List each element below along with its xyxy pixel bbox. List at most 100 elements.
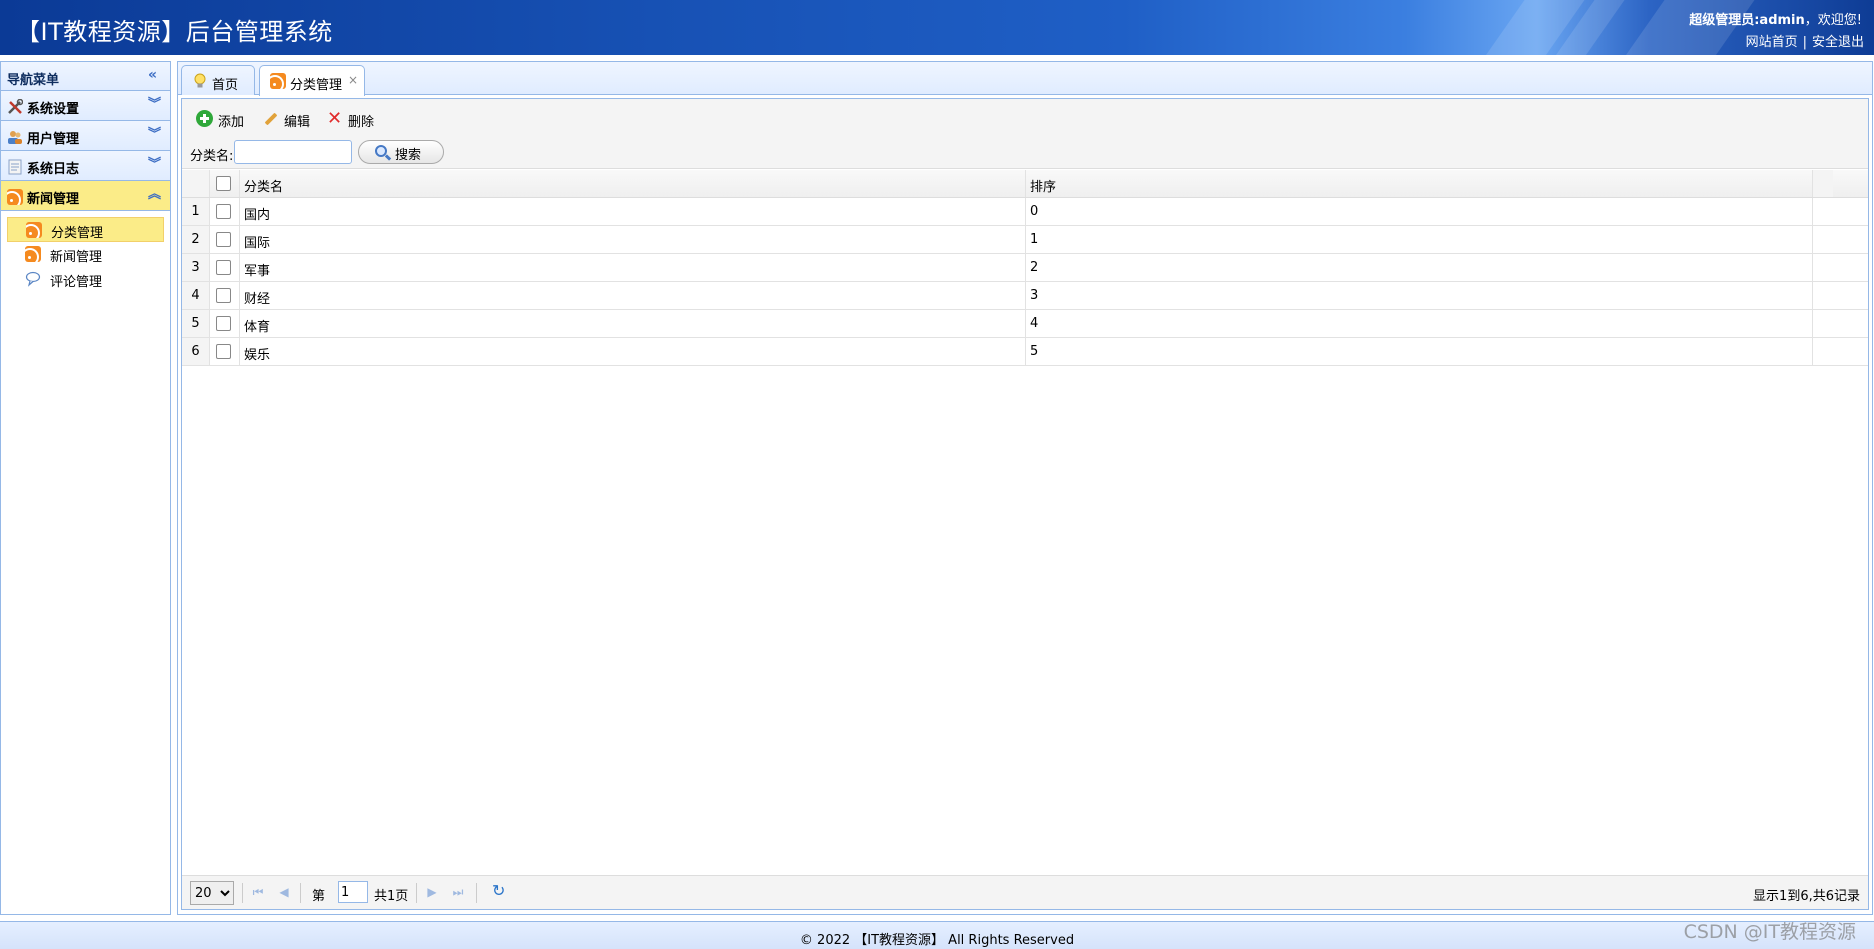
add-icon <box>196 110 213 127</box>
category-name-cell: 财经 <box>240 282 1026 309</box>
greeting-text: ，欢迎您! <box>1804 13 1862 28</box>
nav-item-comment-management[interactable]: 评论管理 <box>7 267 164 292</box>
users-icon <box>8 131 22 144</box>
row-number: 1 <box>182 198 210 225</box>
category-name-cell: 体育 <box>240 310 1026 337</box>
search-button-label: 搜索 <box>395 148 422 163</box>
select-all-cell <box>210 170 240 197</box>
sort-order-cell: 2 <box>1026 254 1813 281</box>
tools-icon <box>8 99 23 114</box>
page-size-select[interactable]: 20 <box>190 881 234 905</box>
pager-separator <box>476 883 477 903</box>
tab-home[interactable]: 首页 <box>181 65 255 95</box>
nav-item-news-management[interactable]: 新闻管理 <box>7 242 164 267</box>
delete-x-icon: ✕ <box>326 108 343 129</box>
row-checkbox-cell <box>210 282 240 309</box>
column-header-name[interactable]: 分类名 <box>240 170 1026 197</box>
column-header-sort[interactable]: 排序 <box>1026 170 1813 197</box>
sort-order-cell: 5 <box>1026 338 1813 365</box>
table-row[interactable]: 1 国内 0 <box>182 198 1868 226</box>
edit-label: 编辑 <box>284 115 311 130</box>
table-row[interactable]: 3 军事 2 <box>182 254 1868 282</box>
refresh-icon[interactable]: ↻ <box>492 883 505 899</box>
expand-chevron-icon: ︾ <box>147 127 161 142</box>
comment-icon <box>25 271 41 287</box>
nav-section-system-log[interactable]: 系统日志 ︾ <box>1 151 170 181</box>
nav-section-system-settings[interactable]: 系统设置 ︾ <box>1 91 170 121</box>
header-filler <box>1813 170 1833 197</box>
nav-item-category-management[interactable]: 分类管理 <box>7 217 164 242</box>
app-title: 【IT教程资源】后台管理系统 <box>16 18 333 46</box>
nav-title: 导航菜单 « <box>1 62 170 91</box>
main-panel: 首页 分类管理 × 添加 编辑 ✕ 删除 分类名: 搜索 分类名 排序 1 国内… <box>177 61 1873 915</box>
expand-chevron-icon: ︾ <box>147 97 161 112</box>
rss-icon <box>7 189 23 205</box>
table-row[interactable]: 6 娱乐 5 <box>182 338 1868 366</box>
row-number: 6 <box>182 338 210 365</box>
collapse-left-icon[interactable]: « <box>148 68 162 82</box>
add-button[interactable]: 添加 <box>196 108 244 130</box>
row-checkbox[interactable] <box>216 204 231 219</box>
row-checkbox-cell <box>210 198 240 225</box>
delete-button[interactable]: ✕ 删除 <box>326 108 375 131</box>
table-row[interactable]: 5 体育 4 <box>182 310 1868 338</box>
pager-separator <box>300 883 301 903</box>
lightbulb-icon <box>194 73 206 88</box>
close-icon[interactable]: × <box>348 73 358 87</box>
category-table: 分类名 排序 1 国内 0 2 国际 1 3 军事 2 4 财经 3 5 体育 4 6 娱乐 5 <box>182 170 1868 366</box>
next-page-icon[interactable]: ▶ <box>424 884 440 900</box>
tab-bar: 首页 分类管理 × <box>178 62 1872 96</box>
category-panel: 添加 编辑 ✕ 删除 分类名: 搜索 分类名 排序 1 国内 0 2 国际 1 … <box>181 98 1869 910</box>
tab-label: 分类管理 <box>290 78 343 93</box>
sort-order-cell: 0 <box>1026 198 1813 225</box>
row-number: 2 <box>182 226 210 253</box>
pager-separator <box>416 883 417 903</box>
row-checkbox-cell <box>210 254 240 281</box>
current-page-input[interactable] <box>338 881 368 903</box>
delete-label: 删除 <box>348 115 375 130</box>
pagination-bar: 20 ⏮ ◀ 第 共1页 ▶ ⏭ ↻ 显示1到6,共6记录 <box>182 875 1868 909</box>
logout-link[interactable]: 安全退出 <box>1812 35 1864 50</box>
row-number-header <box>182 170 210 197</box>
first-page-icon[interactable]: ⏮ <box>250 884 266 900</box>
row-checkbox[interactable] <box>216 260 231 275</box>
row-checkbox[interactable] <box>216 232 231 247</box>
user-greeting: 超级管理员:admin，欢迎您! <box>1689 9 1862 28</box>
search-icon <box>375 145 387 157</box>
table-header: 分类名 排序 <box>182 170 1868 198</box>
edit-button[interactable]: 编辑 <box>262 108 310 130</box>
toolbar: 添加 编辑 ✕ 删除 分类名: 搜索 <box>182 99 1868 169</box>
nav-section-user-management[interactable]: 用户管理 ︾ <box>1 121 170 151</box>
tab-category-management[interactable]: 分类管理 × <box>259 65 365 96</box>
rss-icon <box>270 73 286 89</box>
nav-section-news-management[interactable]: 新闻管理 ︽ <box>1 181 170 211</box>
nav-item-label: 评论管理 <box>50 275 103 290</box>
last-page-icon[interactable]: ⏭ <box>450 884 466 900</box>
category-name-cell: 国际 <box>240 226 1026 253</box>
category-name-cell: 军事 <box>240 254 1026 281</box>
prev-page-icon[interactable]: ◀ <box>276 884 292 900</box>
sort-order-cell: 4 <box>1026 310 1813 337</box>
nav-section-label: 系统日志 <box>27 162 80 177</box>
site-home-link[interactable]: 网站首页 <box>1746 35 1798 50</box>
user-role: 超级管理员:admin <box>1689 13 1805 28</box>
table-row[interactable]: 2 国际 1 <box>182 226 1868 254</box>
footer: © 2022 【IT教程资源】 All Rights Reserved <box>0 921 1874 949</box>
category-name-input[interactable] <box>234 140 352 164</box>
row-checkbox[interactable] <box>216 316 231 331</box>
row-checkbox-cell <box>210 226 240 253</box>
search-field-label: 分类名: <box>190 149 234 164</box>
table-row[interactable]: 4 财经 3 <box>182 282 1868 310</box>
row-checkbox-cell <box>210 310 240 337</box>
row-checkbox[interactable] <box>216 344 231 359</box>
search-button[interactable]: 搜索 <box>358 140 444 164</box>
tab-label: 首页 <box>212 78 239 93</box>
row-checkbox[interactable] <box>216 288 231 303</box>
row-number: 4 <box>182 282 210 309</box>
select-all-checkbox[interactable] <box>216 176 231 191</box>
watermark: CSDN @IT教程资源 <box>1683 921 1856 943</box>
link-separator: | <box>1802 35 1807 50</box>
nav-section-label: 新闻管理 <box>27 192 80 207</box>
pencil-icon <box>262 110 279 127</box>
add-label: 添加 <box>218 115 245 130</box>
